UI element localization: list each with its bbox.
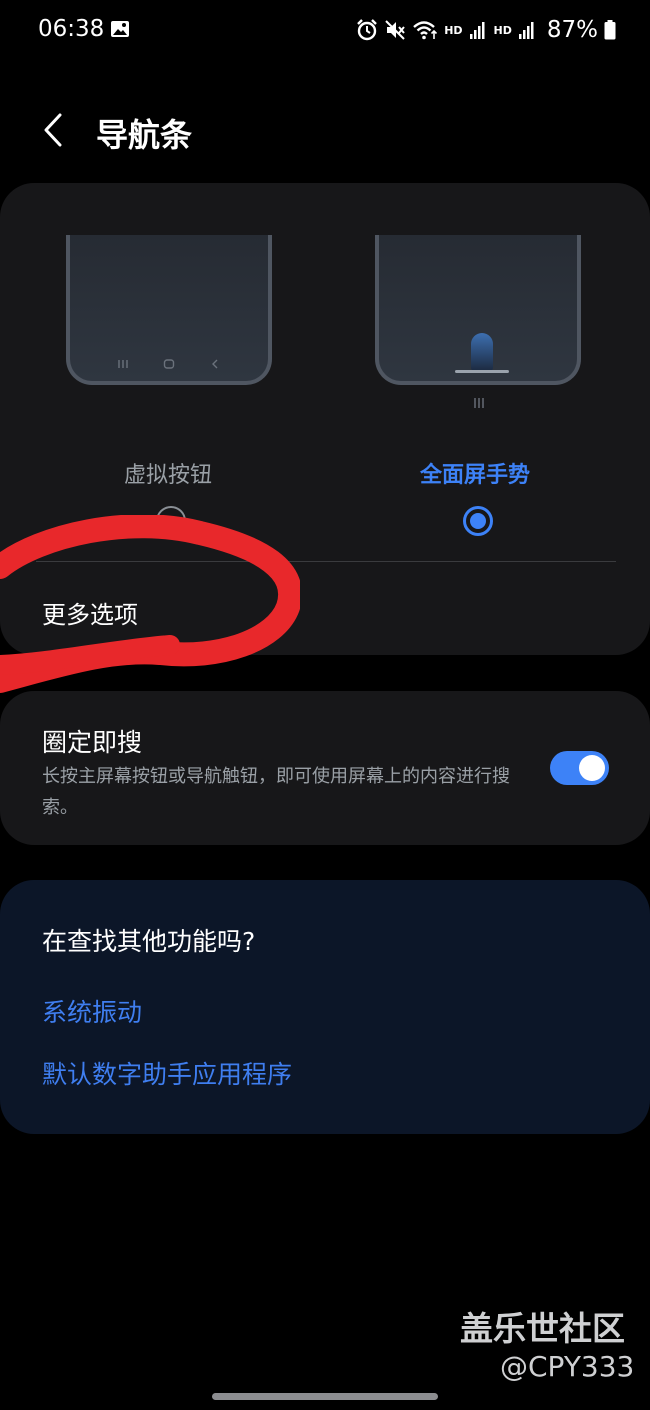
gesture-handle-bar bbox=[455, 370, 509, 373]
link-system-vibration[interactable]: 系统振动 bbox=[42, 993, 142, 1029]
alarm-icon bbox=[357, 19, 378, 41]
status-icons: HD HD 87% bbox=[356, 16, 616, 44]
signal-icon bbox=[469, 22, 485, 39]
battery-icon bbox=[604, 20, 616, 40]
page-title: 导航条 bbox=[96, 116, 193, 154]
gallery-icon bbox=[111, 21, 129, 37]
status-bar: 06:38 HD HD 87% bbox=[0, 0, 650, 62]
watermark-handle: @CPY333 bbox=[500, 1350, 635, 1383]
radio-gestures[interactable] bbox=[463, 506, 493, 536]
gestures-preview[interactable] bbox=[375, 235, 581, 385]
back-button[interactable] bbox=[30, 105, 76, 155]
toggle-knob bbox=[579, 755, 605, 781]
watermark-site: 盖乐世社区 bbox=[460, 1309, 625, 1348]
circle-to-search-toggle[interactable] bbox=[550, 751, 609, 785]
back-nav-icon bbox=[212, 359, 218, 369]
radio-virtual-buttons[interactable] bbox=[156, 506, 186, 536]
radio-selected-dot bbox=[470, 513, 486, 529]
battery-percent: 87% bbox=[546, 17, 598, 43]
option-gestures-label[interactable]: 全面屏手势 bbox=[420, 457, 530, 489]
hd-badge: HD bbox=[444, 23, 463, 37]
looking-for-title: 在查找其他功能吗? bbox=[42, 927, 256, 956]
virtual-buttons-preview[interactable] bbox=[66, 235, 272, 385]
mute-icon bbox=[385, 20, 405, 40]
divider bbox=[36, 561, 616, 562]
navigation-type-card bbox=[0, 183, 650, 655]
wifi-icon bbox=[413, 21, 438, 40]
chevron-left-icon bbox=[44, 113, 62, 147]
swipe-gesture-icon bbox=[471, 333, 493, 371]
option-virtual-buttons-label[interactable]: 虚拟按钮 bbox=[124, 457, 212, 489]
home-indicator[interactable] bbox=[212, 1393, 438, 1400]
gesture-hint-icon bbox=[474, 398, 484, 408]
signal-icon bbox=[518, 22, 534, 39]
more-options-item[interactable]: 更多选项 bbox=[42, 595, 138, 630]
link-default-assistant[interactable]: 默认数字助手应用程序 bbox=[42, 1055, 292, 1091]
circle-to-search-title: 圈定即搜 bbox=[42, 728, 143, 757]
hd-badge: HD bbox=[493, 23, 512, 37]
status-time: 06:38 bbox=[38, 16, 105, 42]
nav-buttons-row bbox=[70, 359, 268, 369]
circle-to-search-description: 长按主屏幕按钮或导航触钮，即可使用屏幕上的内容进行搜索。 bbox=[42, 766, 510, 818]
home-icon bbox=[163, 359, 175, 369]
recents-icon bbox=[118, 360, 128, 368]
